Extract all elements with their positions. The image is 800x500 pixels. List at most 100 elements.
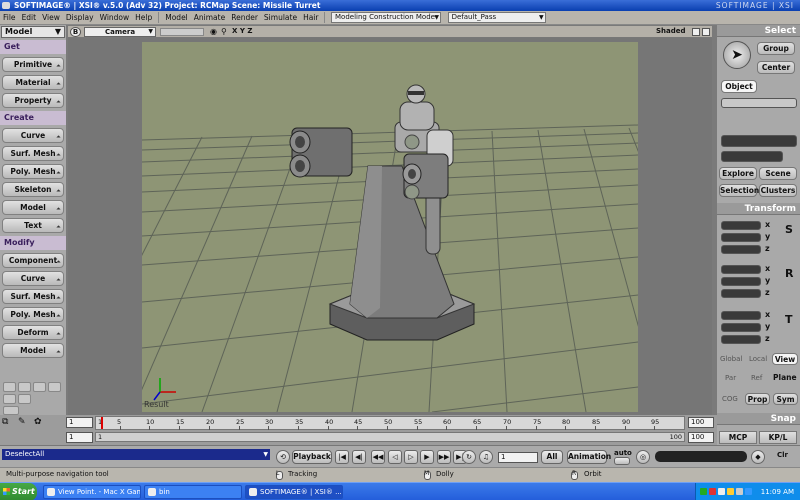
previous-key-icon[interactable]: ◀| [352,450,366,464]
step-forward-icon[interactable]: ▷ [404,450,418,464]
tray-security-icon[interactable] [709,488,716,495]
paint-tool-icon[interactable]: ✎ [18,417,26,427]
timeline-end-field[interactable]: 100 [688,417,714,428]
menu-window[interactable]: Window [97,11,133,25]
step-back-icon[interactable]: ◁ [388,450,402,464]
module-hair[interactable]: Hair [300,11,321,25]
par-toggle[interactable]: Par [725,374,736,382]
module-animate[interactable]: Animate [191,11,228,25]
create-poly-mesh-button[interactable]: Poly. Mesh [2,164,64,179]
modify-curve-button[interactable]: Curve [2,271,64,286]
module-model[interactable]: Model [162,11,191,25]
layout-icon[interactable] [3,382,16,392]
current-frame-field[interactable]: 1 [498,452,538,463]
auto-key-label[interactable]: auto [614,449,632,457]
x-axis-label[interactable]: x [765,310,770,319]
y-axis-label[interactable]: y [765,232,770,241]
z-axis-label[interactable]: z [765,334,770,343]
modify-model-button[interactable]: Model [2,343,64,358]
frame-range-slider[interactable]: 1 100 [95,432,685,442]
translate-icon[interactable]: T [785,313,793,326]
menu-edit[interactable]: Edit [19,11,40,25]
clusters-button[interactable]: Clusters [759,184,797,197]
select-tool-icon[interactable]: ⧉ [2,417,8,427]
get-primitive-button[interactable]: Primitive [2,57,64,72]
timeline-start-field[interactable]: 1 [66,417,93,428]
first-frame-icon[interactable]: |◀ [335,450,349,464]
get-property-button[interactable]: Property [2,93,64,108]
object-filter-button[interactable]: Object [721,80,757,93]
tray-volume-icon[interactable] [736,488,743,495]
start-button[interactable]: Start [0,483,37,500]
construction-mode-select[interactable]: Modeling Construction Mode ▼ [331,12,442,23]
rewind-icon[interactable]: ◀◀ [371,450,385,464]
layout-icon[interactable] [33,382,46,392]
selection-name-field[interactable] [721,135,797,147]
loop-icon[interactable]: ↻ [462,450,476,464]
create-model-button[interactable]: Model [2,200,64,215]
selection-info-field[interactable] [721,151,783,162]
animation-button[interactable]: Animation [567,450,611,464]
rotate-x-field[interactable] [721,265,761,274]
menu-display[interactable]: Display [63,11,97,25]
z-axis-label[interactable]: z [765,288,770,297]
playback-options-icon[interactable]: ⟲ [276,450,290,464]
modify-poly-mesh-button[interactable]: Poly. Mesh [2,307,64,322]
ref-toggle[interactable]: Ref [751,374,762,382]
center-button[interactable]: Center [757,61,795,74]
layout-icon[interactable] [18,394,31,404]
create-text-button[interactable]: Text [2,218,64,233]
layout-icon[interactable] [3,394,16,404]
pin-icon[interactable]: ⚲ [221,27,227,36]
scale-x-field[interactable] [721,221,761,230]
3d-scene[interactable]: Result [142,42,638,412]
group-button[interactable]: Group [757,42,795,55]
x-axis-label[interactable]: x [765,264,770,273]
audio-icon[interactable]: ♫ [479,450,493,464]
mcp-tab[interactable]: MCP [719,431,757,444]
module-simulate[interactable]: Simulate [261,11,300,25]
scale-z-field[interactable] [721,245,761,254]
command-line[interactable]: DeselectAll ▼ [2,449,270,460]
scale-y-field[interactable] [721,233,761,242]
kpl-tab[interactable]: KP/L [759,431,797,444]
rotate-icon[interactable]: R [785,267,793,280]
create-skeleton-button[interactable]: Skeleton [2,182,64,197]
create-curve-button[interactable]: Curve [2,128,64,143]
translate-y-field[interactable] [721,323,761,332]
translate-z-field[interactable] [721,335,761,344]
translate-x-field[interactable] [721,311,761,320]
range-end-field[interactable]: 100 [688,432,714,443]
playhead-marker[interactable] [101,417,103,429]
x-axis-label[interactable]: x [765,220,770,229]
selection-button[interactable]: Selection [719,184,759,197]
y-axis-label[interactable]: y [765,276,770,285]
viewport-letter-button[interactable]: B [70,27,81,37]
key-icon[interactable]: ◎ [636,450,650,464]
layout-icon[interactable] [18,382,31,392]
global-toggle[interactable]: Global [720,355,742,363]
z-axis-label[interactable]: z [765,244,770,253]
menu-help[interactable]: Help [132,11,155,25]
frame-ruler[interactable]: 1 5101520253035404550556065707580859095 [95,416,685,430]
prop-button[interactable]: Prop [745,393,770,405]
taskbar-item-bin[interactable]: bin [144,485,242,499]
brush-tool-icon[interactable]: ✿ [34,417,42,427]
play-icon[interactable]: ▶ [420,450,434,464]
all-button[interactable]: All [541,450,563,464]
viewport[interactable]: Result [68,38,712,416]
menu-file[interactable]: File [0,11,19,25]
xyz-buttons[interactable]: X Y Z [232,27,252,35]
toolbar-mode-select[interactable]: Model ▼ [1,26,65,38]
explore-button[interactable]: Explore [719,167,757,180]
auto-key-toggle[interactable] [614,457,630,465]
get-material-button[interactable]: Material [2,75,64,90]
camera-select[interactable]: Camera ▼ [84,27,156,37]
layout-icon[interactable] [48,382,61,392]
rotate-y-field[interactable] [721,277,761,286]
viewport-menu-icon[interactable] [702,28,710,36]
cog-toggle[interactable]: COG [722,395,738,403]
fast-forward-icon[interactable]: ▶▶ [437,450,451,464]
tray-network-icon[interactable] [700,488,707,495]
modify-deform-button[interactable]: Deform [2,325,64,340]
